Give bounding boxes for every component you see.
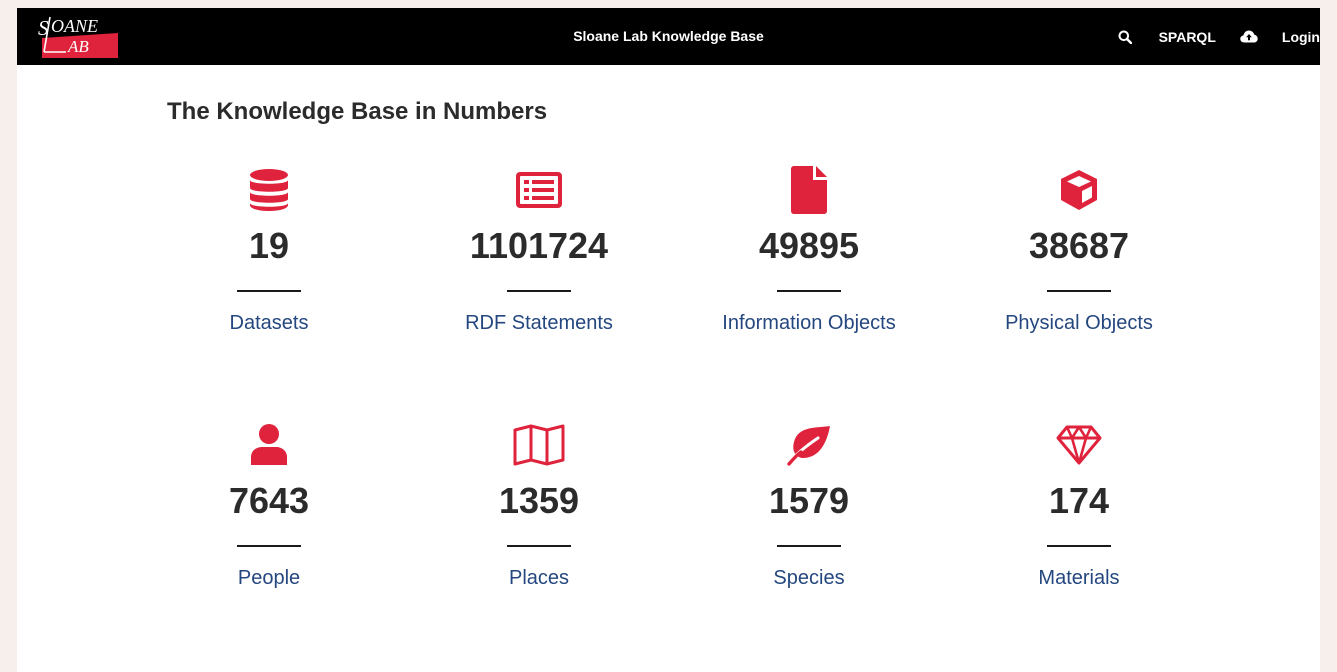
stat-value: 7643 [228, 480, 310, 521]
nav-actions: SPARQL Login [1118, 8, 1320, 65]
stat-physical-objects: 38687 Physical Objects [944, 165, 1214, 420]
login-link[interactable]: Login [1282, 29, 1320, 45]
cube-icon [1059, 165, 1099, 215]
search-icon[interactable] [1118, 30, 1132, 44]
navbar: S OANE AB Sloane Lab Knowledge Base SPAR… [17, 8, 1320, 65]
stat-value: 1101724 [469, 225, 609, 266]
stat-link-species[interactable]: Species [709, 563, 909, 593]
file-icon [791, 165, 827, 215]
divider [1047, 290, 1111, 292]
divider [1047, 545, 1111, 547]
stat-link-places[interactable]: Places [439, 563, 639, 593]
stat-link-physical-objects[interactable]: Physical Objects [979, 308, 1179, 338]
stat-link-information-objects[interactable]: Information Objects [709, 308, 909, 338]
stat-value: 49895 [758, 225, 860, 266]
divider [777, 290, 841, 292]
stats-grid: 19 Datasets 1101724 RDF Statements 49895… [134, 165, 1214, 660]
main-content: The Knowledge Base in Numbers 19 Dataset… [17, 65, 1320, 672]
divider [507, 290, 571, 292]
stat-value: 38687 [1028, 225, 1130, 266]
list-alt-icon [516, 165, 562, 215]
stat-link-materials[interactable]: Materials [979, 563, 1179, 593]
stat-materials: 174 Materials [944, 420, 1214, 660]
map-icon [513, 420, 565, 470]
stat-link-rdf-statements[interactable]: RDF Statements [439, 308, 639, 338]
divider [237, 290, 301, 292]
stat-datasets: 19 Datasets [134, 165, 404, 420]
stat-value: 174 [1048, 480, 1110, 521]
user-icon [249, 420, 289, 470]
section-title: The Knowledge Base in Numbers [167, 98, 548, 125]
stat-link-people[interactable]: People [169, 563, 369, 593]
database-icon [248, 165, 290, 215]
stat-people: 7643 People [134, 420, 404, 660]
stat-value: 1579 [768, 480, 850, 521]
divider [507, 545, 571, 547]
stat-information-objects: 49895 Information Objects [674, 165, 944, 420]
page: S OANE AB Sloane Lab Knowledge Base SPAR… [17, 8, 1320, 672]
gem-icon [1056, 420, 1102, 470]
stat-link-datasets[interactable]: Datasets [169, 308, 369, 338]
stat-value: 19 [248, 225, 290, 266]
cloud-upload-icon[interactable] [1240, 30, 1258, 43]
stat-species: 1579 Species [674, 420, 944, 660]
stat-value: 1359 [498, 480, 580, 521]
sparql-link[interactable]: SPARQL [1159, 29, 1216, 45]
divider [237, 545, 301, 547]
leaf-icon [786, 420, 832, 470]
stat-rdf-statements: 1101724 RDF Statements [404, 165, 674, 420]
divider [777, 545, 841, 547]
stat-places: 1359 Places [404, 420, 674, 660]
